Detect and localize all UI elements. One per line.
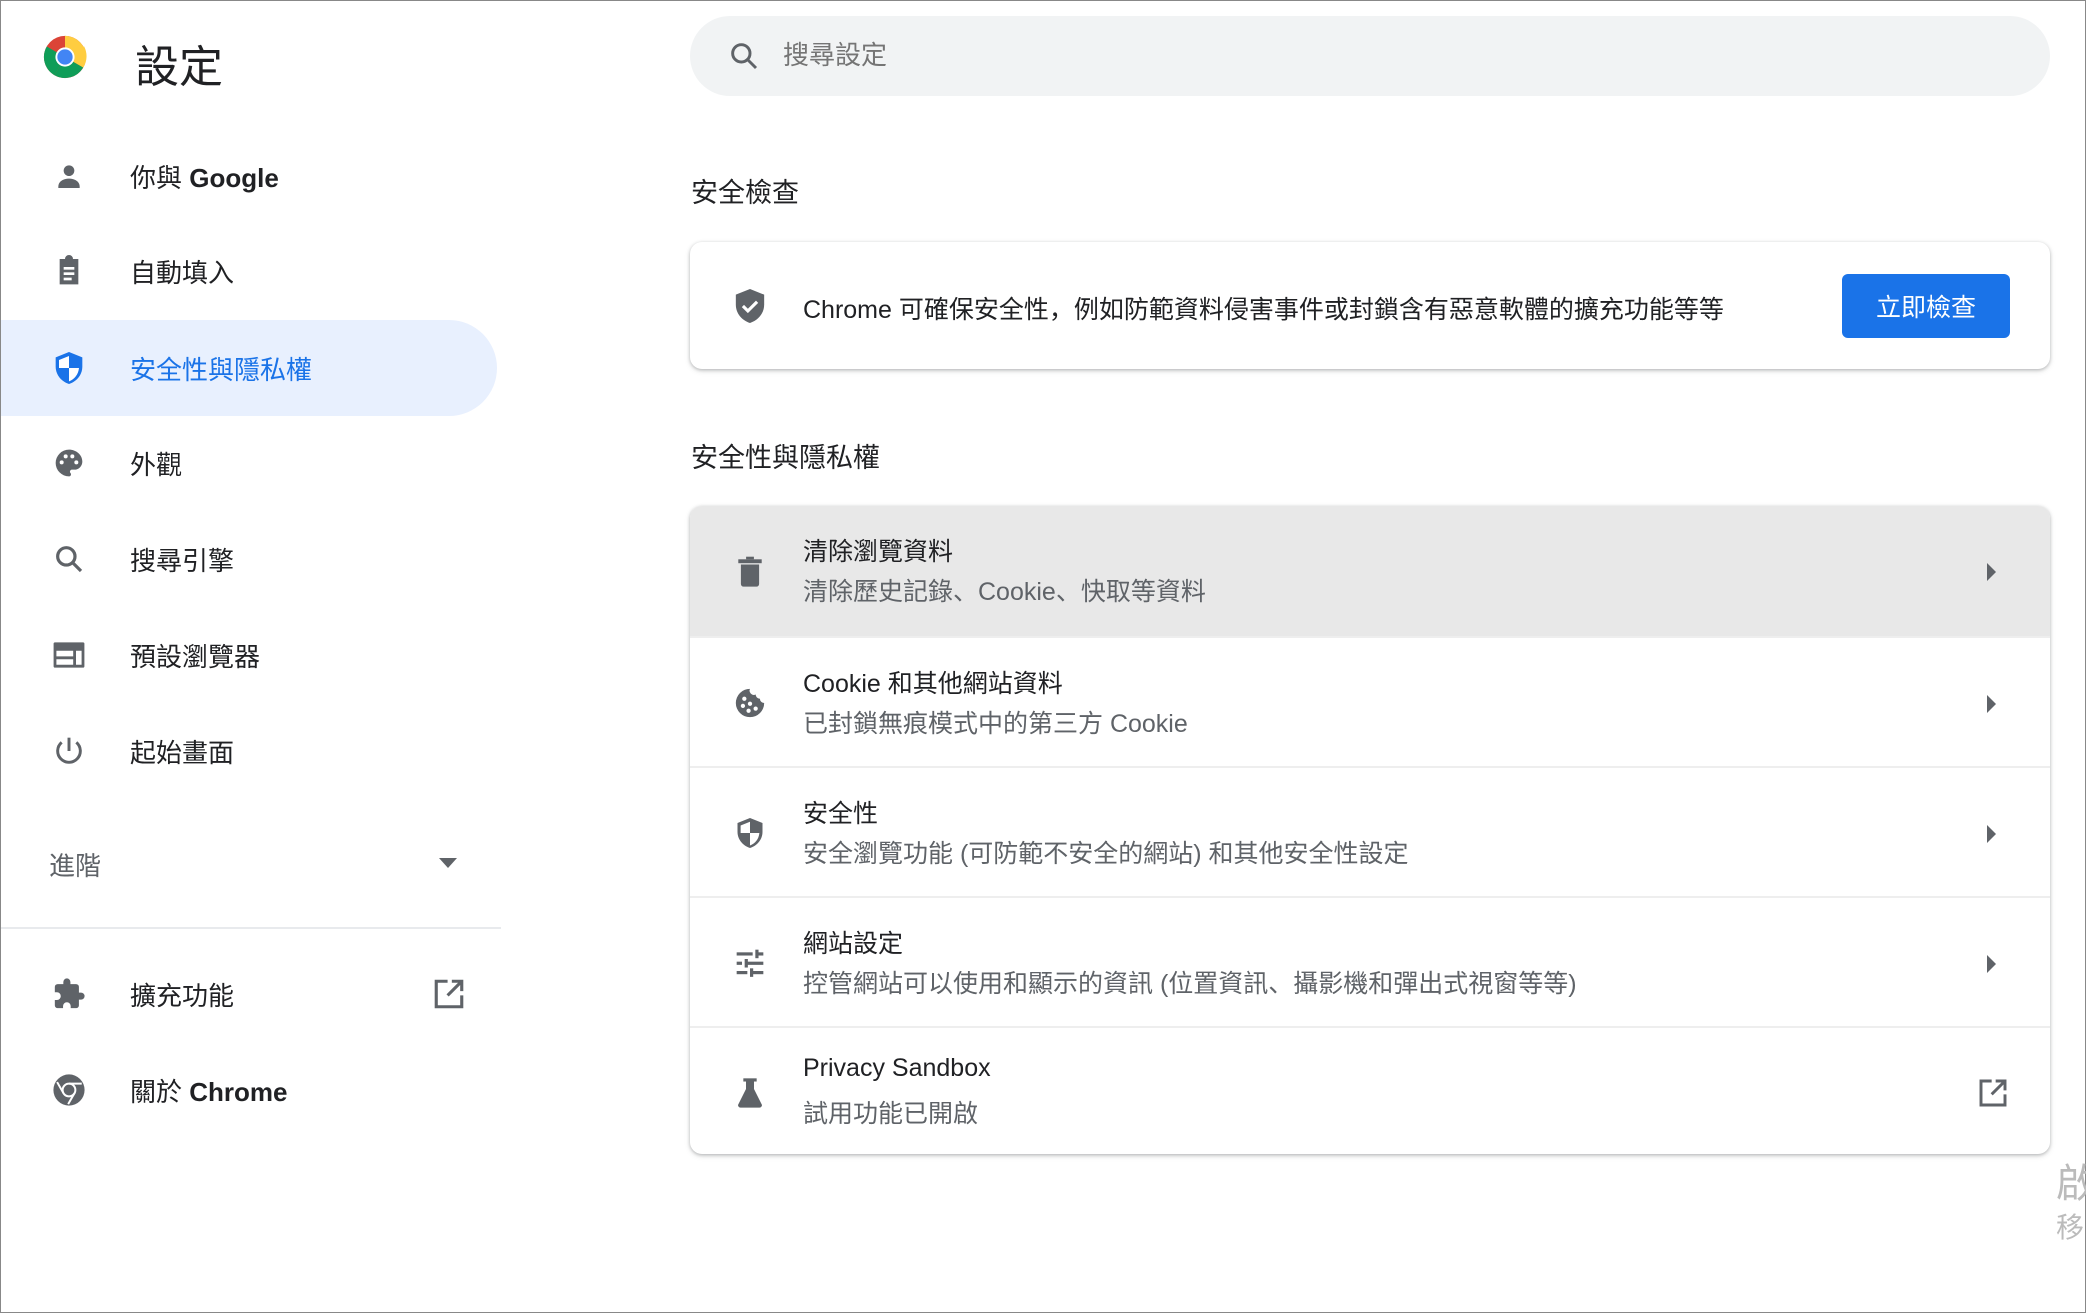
arrow-right-icon: [1987, 955, 1996, 973]
list-item-title: Privacy Sandbox: [803, 1054, 991, 1082]
shield-check-icon: [730, 286, 770, 326]
safety-check-card: Chrome 可確保安全性，例如防範資料侵害事件或封鎖含有惡意軟體的擴充功能等等…: [690, 242, 2050, 369]
list-item-subtitle: 控管網站可以使用和顯示的資訊 (位置資訊、攝影機和彈出式視窗等等): [803, 970, 1577, 998]
list-item-subtitle: 試用功能已開啟: [803, 1100, 979, 1128]
sidebar-item-about-chrome[interactable]: 關於 Chrome: [1, 1042, 497, 1138]
list-item-subtitle: 清除歷史記錄、Cookie、快取等資料: [803, 578, 1206, 606]
privacy-heading: 安全性與隱私權: [691, 443, 880, 473]
browser-window-icon: [49, 635, 89, 675]
list-item-cookies[interactable]: Cookie 和其他網站資料 已封鎖無痕模式中的第三方 Cookie: [690, 636, 2050, 766]
sidebar-item-search-engine[interactable]: 搜尋引擎: [1, 511, 497, 607]
sidebar-item-you-and-google[interactable]: 你與 Google: [1, 128, 497, 224]
sidebar-item-label-bold: Chrome: [189, 1076, 288, 1107]
list-item-title: 安全性: [803, 800, 879, 828]
page-title: 設定: [135, 43, 223, 92]
sidebar-item-label: 自動填入: [130, 257, 235, 288]
puzzle-icon: [49, 974, 89, 1014]
sidebar-item-label: 起始畫面: [130, 737, 235, 768]
palette-icon: [49, 443, 89, 483]
sidebar-item-label-bold: Google: [189, 162, 279, 193]
chrome-icon: [49, 1070, 89, 1110]
sidebar-item-appearance[interactable]: 外觀: [1, 415, 497, 511]
search-input[interactable]: [783, 40, 1683, 71]
watermark-text: 移: [2056, 1212, 2085, 1243]
safety-check-heading: 安全檢查: [691, 178, 799, 208]
cookie-icon: [730, 683, 770, 723]
sidebar-item-on-startup[interactable]: 起始畫面: [1, 703, 497, 799]
sidebar-item-autofill[interactable]: 自動填入: [1, 223, 497, 319]
shield-icon: [730, 813, 770, 853]
privacy-settings-list: 清除瀏覽資料 清除歷史記錄、Cookie、快取等資料 Cookie 和其他網站資…: [690, 506, 2050, 1154]
sidebar-item-label: 外觀: [130, 449, 183, 480]
power-icon: [49, 731, 89, 771]
list-item-title: 網站設定: [803, 930, 904, 958]
sidebar-item-label: 你與: [130, 162, 190, 193]
open-in-new-icon[interactable]: [429, 974, 469, 1014]
shield-icon: [49, 348, 89, 388]
sidebar-item-privacy-security[interactable]: 安全性與隱私權: [1, 320, 497, 416]
person-icon: [49, 156, 89, 196]
arrow-right-icon: [1987, 825, 1996, 843]
search-bar[interactable]: [690, 16, 2050, 96]
list-item-title: Cookie 和其他網站資料: [803, 670, 1063, 698]
sidebar-divider: [1, 927, 501, 929]
list-item-privacy-sandbox[interactable]: Privacy Sandbox 試用功能已開啟: [690, 1026, 2050, 1154]
search-icon: [726, 38, 762, 74]
sidebar-item-extensions[interactable]: 擴充功能: [1, 946, 497, 1042]
sidebar-item-label: 擴充功能: [130, 980, 235, 1011]
safety-check-description: Chrome 可確保安全性，例如防範資料侵害事件或封鎖含有惡意軟體的擴充功能等等: [803, 296, 1724, 324]
sidebar-item-label: 預設瀏覽器: [130, 641, 261, 672]
sidebar-item-label: 關於: [130, 1076, 190, 1107]
list-item-subtitle: 安全瀏覽功能 (可防範不安全的網站) 和其他安全性設定: [803, 840, 1409, 868]
open-in-new-icon[interactable]: [1976, 1076, 2010, 1110]
clipboard-icon: [49, 251, 89, 291]
chevron-down-icon[interactable]: [439, 858, 457, 868]
list-item-subtitle: 已封鎖無痕模式中的第三方 Cookie: [803, 710, 1188, 738]
list-item-security[interactable]: 安全性 安全瀏覽功能 (可防範不安全的網站) 和其他安全性設定: [690, 766, 2050, 896]
list-item-title: 清除瀏覽資料: [803, 538, 954, 566]
check-now-button[interactable]: 立即檢查: [1842, 274, 2010, 338]
arrow-right-icon: [1987, 563, 1996, 581]
advanced-toggle[interactable]: 進階: [49, 846, 101, 883]
tune-icon: [730, 943, 770, 983]
arrow-right-icon: [1987, 695, 1996, 713]
sidebar-item-label: 搜尋引擎: [130, 545, 235, 576]
trash-icon: [730, 551, 770, 591]
list-item-clear-browsing-data[interactable]: 清除瀏覽資料 清除歷史記錄、Cookie、快取等資料: [690, 506, 2050, 636]
flask-icon: [730, 1073, 770, 1113]
watermark-text: 啟: [2056, 1162, 2086, 1206]
search-icon: [49, 539, 89, 579]
sidebar-item-label: 安全性與隱私權: [130, 354, 313, 385]
chrome-logo-icon: [42, 34, 88, 80]
sidebar-item-default-browser[interactable]: 預設瀏覽器: [1, 607, 497, 703]
list-item-site-settings[interactable]: 網站設定 控管網站可以使用和顯示的資訊 (位置資訊、攝影機和彈出式視窗等等): [690, 896, 2050, 1026]
